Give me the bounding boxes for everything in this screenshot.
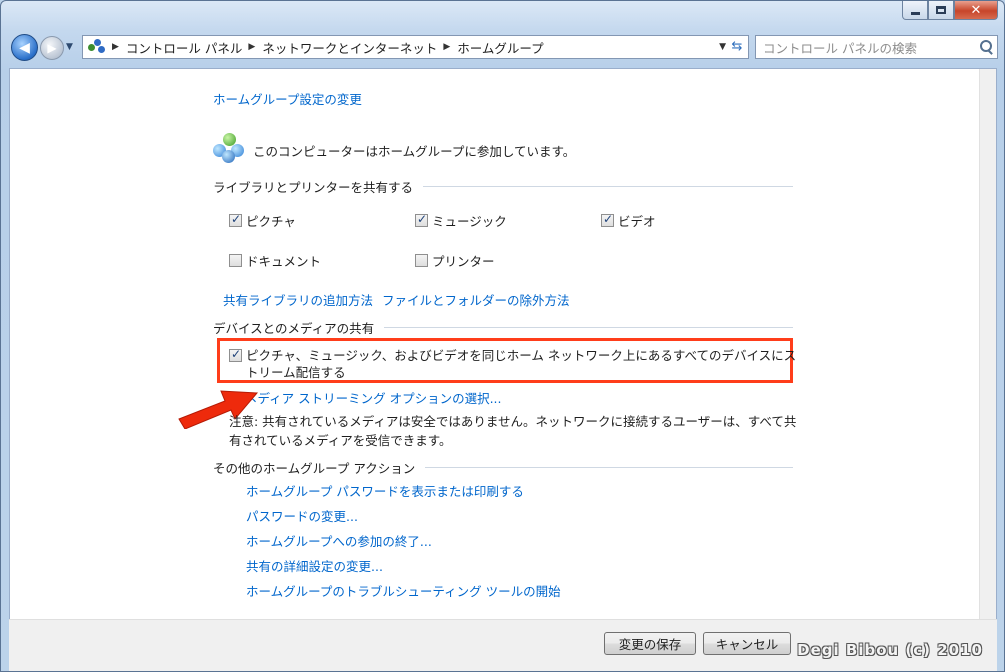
- security-note-line2: 有されているメディアを受信できます。: [229, 433, 452, 448]
- checkbox-unchecked-icon[interactable]: [415, 254, 428, 267]
- minimize-button[interactable]: [902, 1, 928, 20]
- other-actions-header: その他のホームグループ アクション: [213, 458, 793, 477]
- media-section-header: デバイスとのメディアの共有: [213, 318, 793, 337]
- caption-buttons: ✕: [902, 1, 998, 20]
- watermark-text: Degi Bibou (c) 2010: [797, 641, 983, 659]
- back-button[interactable]: ◀: [11, 34, 38, 61]
- exclude-files-link[interactable]: ファイルとフォルダーの除外方法: [382, 290, 570, 309]
- minimize-icon: [910, 11, 920, 15]
- content-pane: ホームグループ設定の変更 このコンピューターはホームグループに参加しています。 …: [9, 68, 997, 620]
- checkbox-checked-icon[interactable]: [601, 212, 614, 227]
- breadcrumb-separator-icon[interactable]: ▶: [112, 42, 119, 52]
- section-divider: [423, 186, 793, 187]
- videos-checkbox[interactable]: ビデオ: [601, 211, 656, 230]
- pictures-label: ピクチャ: [246, 214, 296, 229]
- navigation-bar: ◀ ▶ ▼ ▶ コントロール パネル ▶ ネットワークとインターネット ▶ ホー…: [9, 31, 998, 63]
- stream-media-label-line2: トリーム配信する: [246, 365, 346, 380]
- close-button[interactable]: ✕: [954, 1, 998, 20]
- control-panel-window: ✕ ◀ ▶ ▼ ▶ コントロール パネル ▶ ネットワークとインターネット ▶ …: [0, 0, 1005, 672]
- add-library-link[interactable]: 共有ライブラリの追加方法: [223, 290, 373, 309]
- printers-checkbox[interactable]: プリンター: [415, 251, 495, 270]
- search-box[interactable]: コントロール パネルの検索: [755, 35, 998, 59]
- stream-media-checkbox[interactable]: ピクチャ、ミュージック、およびビデオを同じホーム ネットワーク上にあるすべてのデ…: [229, 347, 796, 381]
- troubleshooter-link[interactable]: ホームグループのトラブルシューティング ツールの開始: [246, 581, 561, 600]
- media-streaming-options-link[interactable]: メディア ストリーミング オプションの選択...: [245, 388, 502, 407]
- security-note-line1: 注意: 共有されているメディアは安全ではありません。ネットワークに接続するユーザ…: [229, 414, 797, 429]
- section-divider: [425, 467, 793, 468]
- save-changes-button[interactable]: 変更の保存: [604, 632, 696, 655]
- breadcrumb-separator-icon[interactable]: ▶: [443, 42, 450, 52]
- change-homegroup-settings-link[interactable]: ホームグループ設定の変更: [213, 89, 362, 108]
- advanced-sharing-link[interactable]: 共有の詳細設定の変更...: [246, 556, 383, 575]
- checkbox-unchecked-icon[interactable]: [229, 254, 242, 267]
- printers-label: プリンター: [432, 254, 495, 269]
- address-bar[interactable]: ▶ コントロール パネル ▶ ネットワークとインターネット ▶ ホームグループ …: [82, 35, 749, 59]
- media-section-heading: デバイスとのメディアの共有: [213, 321, 375, 336]
- refresh-icon[interactable]: ⇆: [728, 38, 746, 56]
- pictures-checkbox[interactable]: ピクチャ: [229, 211, 296, 230]
- maximize-icon: [936, 6, 946, 14]
- breadcrumb-separator-icon[interactable]: ▶: [248, 42, 255, 52]
- checkbox-checked-icon[interactable]: [229, 212, 242, 227]
- documents-label: ドキュメント: [246, 254, 322, 269]
- maximize-button[interactable]: [928, 1, 954, 20]
- breadcrumb-homegroup[interactable]: ホームグループ: [457, 38, 543, 57]
- share-section-heading: ライブラリとプリンターを共有する: [213, 180, 414, 195]
- search-icon[interactable]: [975, 36, 997, 58]
- section-divider: [384, 327, 793, 328]
- documents-checkbox[interactable]: ドキュメント: [229, 251, 321, 270]
- cancel-button[interactable]: キャンセル: [703, 632, 791, 655]
- show-password-link[interactable]: ホームグループ パスワードを表示または印刷する: [246, 481, 524, 500]
- network-icon: [88, 39, 106, 55]
- videos-label: ビデオ: [618, 214, 656, 229]
- scrollbar[interactable]: [979, 69, 996, 620]
- music-checkbox[interactable]: ミュージック: [415, 211, 507, 230]
- change-password-link[interactable]: パスワードの変更...: [246, 506, 358, 525]
- checkbox-checked-icon[interactable]: [229, 347, 242, 362]
- homegroup-status-text: このコンピューターはホームグループに参加しています。: [253, 144, 576, 159]
- checkbox-checked-icon[interactable]: [415, 212, 428, 227]
- forward-button[interactable]: ▶: [40, 36, 64, 60]
- footer-bar: 変更の保存 キャンセル Degi Bibou (c) 2010: [9, 619, 997, 671]
- homegroup-icon: [213, 132, 247, 164]
- address-dropdown-icon[interactable]: ▼: [719, 42, 726, 52]
- other-actions-heading: その他のホームグループ アクション: [213, 461, 416, 476]
- close-icon: ✕: [970, 2, 982, 18]
- share-section-header: ライブラリとプリンターを共有する: [213, 177, 793, 196]
- breadcrumb-control-panel[interactable]: コントロール パネル: [126, 38, 242, 57]
- back-arrow-icon: ◀: [19, 39, 30, 56]
- breadcrumb-network-internet[interactable]: ネットワークとインターネット: [262, 38, 437, 57]
- music-label: ミュージック: [432, 214, 507, 229]
- leave-homegroup-link[interactable]: ホームグループへの参加の終了...: [246, 531, 432, 550]
- stream-media-label-line1: ピクチャ、ミュージック、およびビデオを同じホーム ネットワーク上にあるすべてのデ…: [246, 348, 797, 363]
- recent-pages-dropdown[interactable]: ▼: [66, 42, 73, 52]
- search-input[interactable]: コントロール パネルの検索: [763, 38, 975, 57]
- forward-arrow-icon: ▶: [47, 41, 57, 55]
